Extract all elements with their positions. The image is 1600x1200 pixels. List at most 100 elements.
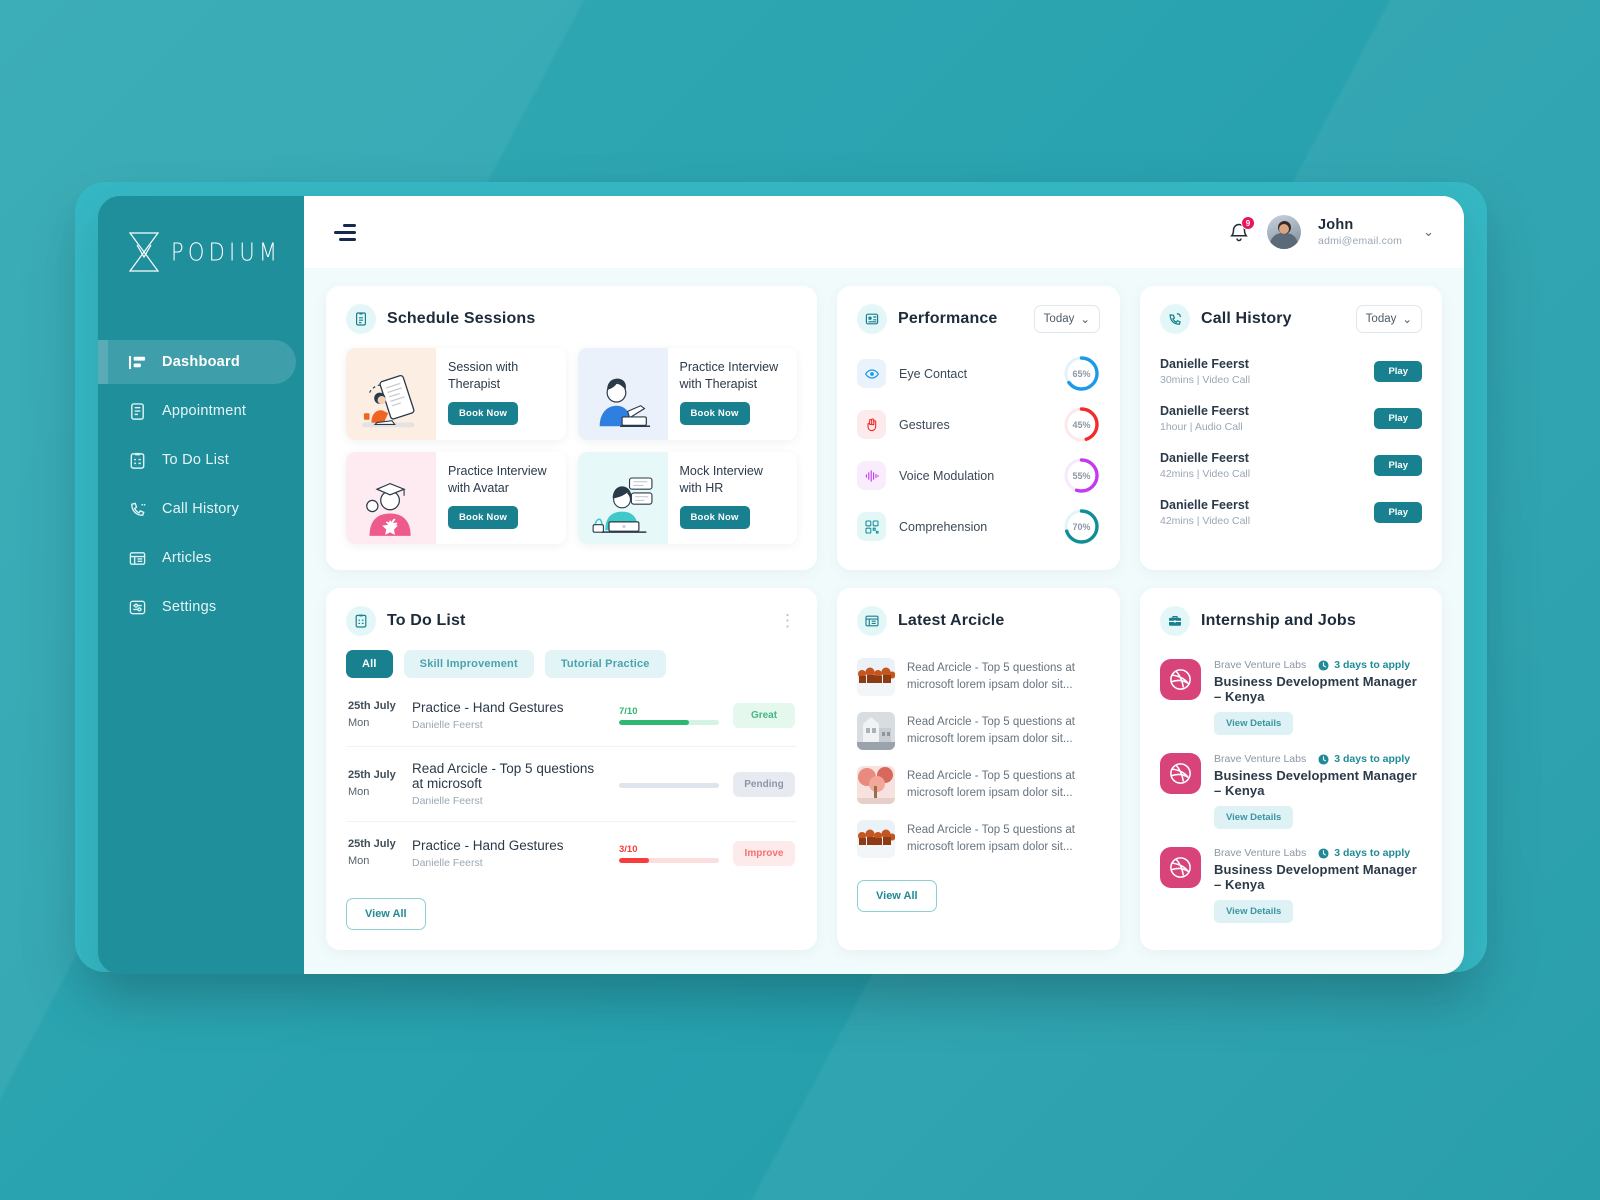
main-area: 9 John admi@email.com ⌄ Schedule Session… [304, 196, 1464, 974]
todo-date: 25th July [348, 700, 396, 712]
article-icon [857, 606, 887, 636]
call-meta: 30mins | Video Call [1160, 374, 1251, 386]
autumn-photo-thumbnail [857, 766, 895, 804]
dashboard-row-bottom: To Do List ⋮ All Skill Improvement Tutor… [326, 588, 1442, 950]
todo-filter-skill-improvement[interactable]: Skill Improvement [403, 650, 534, 678]
book-now-button[interactable]: Book Now [679, 401, 750, 425]
sidebar-item-label: To Do List [162, 452, 229, 468]
dashboard-row-top: Schedule Sessions Session with Therapist… [326, 286, 1442, 570]
clock-icon [1318, 659, 1329, 671]
play-button[interactable]: Play [1374, 408, 1422, 429]
job-company: Brave Venture Labs [1214, 659, 1307, 671]
articles-view-all-button[interactable]: View All [857, 880, 937, 912]
session-card[interactable]: Session with Therapist Book Now [346, 348, 566, 440]
sidebar-item-todo-list[interactable]: To Do List [98, 438, 304, 482]
chevron-down-icon[interactable]: ⌄ [1423, 224, 1434, 240]
brand-logo[interactable]: PODIUM [98, 222, 304, 282]
qr-icon [857, 512, 886, 541]
job-row: Brave Venture Labs 3 days to apply Busin… [1160, 838, 1422, 932]
sidebar-item-label: Settings [162, 599, 217, 615]
man-laptop-illustration [577, 348, 668, 440]
view-details-button[interactable]: View Details [1214, 900, 1294, 923]
article-text: Read Arcicle - Top 5 questions at micros… [907, 715, 1075, 745]
hourglass-x-logo-icon [126, 231, 162, 273]
period-value: Today [1043, 313, 1075, 325]
session-card[interactable]: Practice Interview with Therapist Book N… [577, 348, 797, 440]
performance-period-select[interactable]: Today ⌄ [1033, 305, 1100, 333]
performance-metric-row: Eye Contact 65% [857, 348, 1100, 399]
session-card[interactable]: Mock Interview with HR Book Now [577, 452, 797, 544]
metric-value: 65% [1072, 368, 1091, 379]
book-now-button[interactable]: Book Now [448, 401, 519, 425]
status-badge: Pending [733, 771, 795, 797]
todo-row[interactable]: 25th July Mon Practice - Hand Gestures Da… [346, 684, 797, 748]
todo-filter-tutorial-practice[interactable]: Tutorial Practice [544, 650, 666, 678]
job-deadline: 3 days to apply [1318, 753, 1410, 765]
dribbble-icon [1160, 659, 1201, 700]
play-button[interactable]: Play [1374, 361, 1422, 382]
job-title: Business Development Manager – Kenya [1214, 862, 1417, 892]
view-details-button[interactable]: View Details [1214, 712, 1294, 735]
call-history-row: Danielle Feerst 42mins | Video Call Play [1160, 489, 1422, 536]
bell-icon[interactable]: 9 [1228, 216, 1256, 244]
sidebar-item-call-history[interactable]: Call History [98, 487, 304, 531]
todo-view-all-button[interactable]: View All [346, 898, 426, 931]
hamburger-icon[interactable] [334, 223, 356, 241]
kebab-menu-icon[interactable]: ⋮ [779, 612, 797, 629]
call-history-card: Call History Today ⌄ Danielle Feerst 30m… [1140, 286, 1442, 570]
period-value: Today [1365, 313, 1397, 325]
session-title: Session with Therapist [448, 360, 519, 391]
todo-filter-chips: All Skill Improvement Tutorial Practice [346, 650, 797, 678]
user-name: John [1318, 217, 1354, 234]
performance-icon [857, 304, 887, 334]
todo-progress: 7/10 [619, 706, 719, 725]
article-row[interactable]: Read Arcicle - Top 5 questions at micros… [857, 650, 1100, 704]
waveform-icon [857, 461, 886, 490]
job-row: Brave Venture Labs 3 days to apply Busin… [1160, 650, 1422, 744]
chevron-down-icon: ⌄ [1080, 314, 1090, 326]
todo-row[interactable]: 25th July Mon Read Arcicle - Top 5 questi… [346, 747, 797, 823]
sidebar-item-settings[interactable]: Settings [98, 585, 304, 629]
todo-row[interactable]: 25th July Mon Practice - Hand Gestures Da… [346, 822, 797, 884]
metric-value: 45% [1072, 419, 1091, 430]
progress-ring: 65% [1063, 355, 1100, 392]
article-row[interactable]: Read Arcicle - Top 5 questions at micros… [857, 704, 1100, 758]
todo-list-icon [346, 606, 376, 636]
sidebar-item-label: Appointment [162, 403, 247, 419]
todo-day: Mon [348, 717, 370, 730]
todo-filter-all[interactable]: All [346, 650, 393, 678]
avatar[interactable] [1267, 215, 1302, 249]
sidebar-item-label: Call History [162, 501, 240, 517]
card-title: Call History [1201, 310, 1292, 327]
sidebar-item-articles[interactable]: Articles [98, 536, 304, 580]
article-row[interactable]: Read Arcicle - Top 5 questions at micros… [857, 758, 1100, 812]
article-row[interactable]: Read Arcicle - Top 5 questions at micros… [857, 812, 1100, 866]
call-history-row: Danielle Feerst 30mins | Video Call Play [1160, 348, 1422, 395]
metric-label: Voice Modulation [899, 468, 995, 483]
sidebar: PODIUM Dashboard Appointment To Do List [98, 196, 304, 974]
call-meta: 42mins | Video Call [1160, 468, 1251, 480]
play-button[interactable]: Play [1374, 502, 1422, 523]
performance-card: Performance Today ⌄ Eye Contact 65% Gest… [837, 286, 1120, 570]
session-card[interactable]: Practice Interview with Avatar Book Now [346, 452, 566, 544]
todo-day: Mon [348, 786, 370, 799]
performance-metric-row: Voice Modulation 55% [857, 450, 1100, 501]
reading-person-illustration [346, 348, 436, 440]
sidebar-item-dashboard[interactable]: Dashboard [98, 340, 296, 384]
article-list: Read Arcicle - Top 5 questions at micros… [857, 650, 1100, 866]
phone-icon [1160, 304, 1190, 334]
job-title: Business Development Manager – Kenya [1214, 674, 1417, 704]
play-button[interactable]: Play [1374, 455, 1422, 476]
view-details-button[interactable]: View Details [1214, 806, 1294, 829]
sidebar-item-appointment[interactable]: Appointment [98, 389, 304, 433]
call-history-period-select[interactable]: Today ⌄ [1355, 305, 1422, 333]
book-now-button[interactable]: Book Now [679, 505, 750, 529]
dribbble-icon [1160, 753, 1201, 794]
book-now-button[interactable]: Book Now [448, 505, 519, 529]
caller-name: Danielle Feerst [1160, 404, 1249, 418]
todo-progress [619, 780, 719, 789]
session-title: Practice Interview with Avatar [448, 464, 547, 495]
performance-metric-row: Gestures 45% [857, 399, 1100, 450]
sidebar-item-label: Dashboard [162, 354, 240, 370]
todo-person: Danielle Feerst [412, 856, 483, 869]
